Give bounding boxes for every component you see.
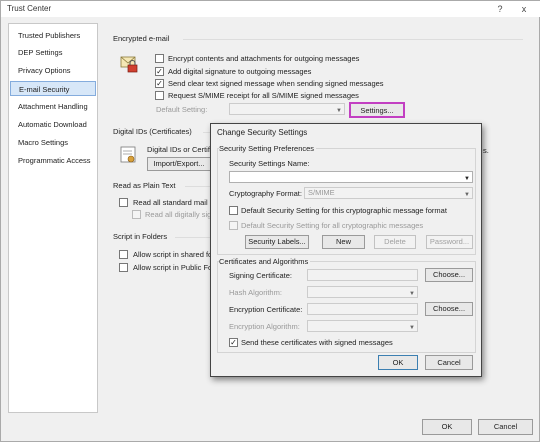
smime-receipt-label: Request S/MIME receipt for all S/MIME si… — [168, 91, 359, 100]
cryptography-format-label: Cryptography Format: — [229, 189, 302, 198]
encrypt-contents-label: Encrypt contents and attachments for out… — [168, 54, 360, 63]
default-all-checkbox[interactable] — [229, 221, 238, 230]
default-format-label: Default Security Setting for this crypto… — [241, 206, 447, 215]
certificate-icon — [119, 145, 139, 165]
chevron-down-icon: ▼ — [409, 325, 415, 331]
window-title: Trust Center — [7, 4, 52, 13]
digital-ids-text: Digital IDs or Certifi — [147, 145, 212, 154]
sidebar-item-programmatic-access[interactable]: Programmatic Access — [10, 153, 96, 168]
sidebar-item-attachment-handling[interactable]: Attachment Handling — [10, 99, 96, 114]
digital-ids-text-tail: s. — [483, 146, 489, 155]
help-icon[interactable]: ? — [493, 3, 507, 15]
lock-envelope-icon — [119, 53, 141, 75]
hash-algorithm-label: Hash Algorithm: — [229, 288, 282, 297]
allow-script-shared-label: Allow script in shared fo — [133, 250, 213, 259]
certificates-algorithms-label: Certificates and Algorithms — [219, 257, 311, 266]
read-as-plain-text-checkbox[interactable] — [119, 198, 128, 207]
change-security-settings-dialog: Change Security Settings Security Settin… — [210, 123, 482, 377]
choose-encryption-button[interactable]: Choose... — [425, 302, 473, 316]
security-preferences-label: Security Setting Preferences — [219, 144, 317, 153]
digital-ids-header: Digital IDs (Certificates) — [113, 127, 192, 136]
encryption-certificate-label: Encryption Certificate: — [229, 305, 303, 314]
read-as-plain-text-label: Read all standard mail in — [133, 198, 216, 207]
chevron-down-icon: ▼ — [464, 176, 470, 182]
encryption-algorithm-dropdown[interactable]: ▼ — [307, 320, 418, 332]
security-labels-button[interactable]: Security Labels... — [245, 235, 309, 249]
dialog-ok-button[interactable]: OK — [378, 355, 418, 370]
send-certificates-label: Send these certificates with signed mess… — [241, 338, 393, 347]
cancel-button[interactable]: Cancel — [478, 419, 533, 435]
security-settings-name-dropdown[interactable]: ▼ — [229, 171, 473, 183]
clear-text-signed-label: Send clear text signed message when send… — [168, 79, 384, 88]
sidebar-item-macro-settings[interactable]: Macro Settings — [10, 135, 96, 150]
settings-button[interactable]: Settings... — [349, 102, 405, 118]
chevron-down-icon: ▼ — [464, 192, 470, 198]
encryption-algorithm-label: Encryption Algorithm: — [229, 322, 300, 331]
new-button[interactable]: New — [322, 235, 365, 249]
default-all-label: Default Security Setting for all cryptog… — [241, 221, 424, 230]
script-header: Script in Folders — [113, 232, 168, 241]
ok-button[interactable]: OK — [422, 419, 472, 435]
default-setting-dropdown[interactable]: ▼ — [229, 103, 345, 115]
sidebar-item-trusted-publishers[interactable]: Trusted Publishers — [10, 28, 96, 43]
sidebar-item-email-security[interactable]: E-mail Security — [10, 81, 96, 96]
delete-button[interactable]: Delete — [374, 235, 416, 249]
default-format-checkbox[interactable] — [229, 206, 238, 215]
encrypt-contents-checkbox[interactable] — [155, 54, 164, 63]
security-settings-name-label: Security Settings Name: — [229, 159, 310, 168]
default-setting-label: Default Setting: — [156, 105, 208, 114]
signing-certificate-label: Signing Certificate: — [229, 271, 292, 280]
allow-script-shared-checkbox[interactable] — [119, 250, 128, 259]
import-export-button[interactable]: Import/Export... — [147, 157, 211, 171]
plain-text-header: Read as Plain Text — [113, 181, 176, 190]
read-digitally-signed-label: Read all digitally sign — [145, 210, 216, 219]
section-divider — [175, 237, 211, 238]
password-button[interactable]: Password... — [426, 235, 473, 249]
sidebar-item-privacy-options[interactable]: Privacy Options — [10, 63, 96, 78]
add-signature-label: Add digital signature to outgoing messag… — [168, 67, 312, 76]
title-bar: Trust Center ? x — [1, 1, 540, 17]
sidebar-item-dep-settings[interactable]: DEP Settings — [10, 45, 96, 60]
clear-text-signed-checkbox[interactable]: ✓ — [155, 79, 164, 88]
allow-script-public-checkbox[interactable] — [119, 263, 128, 272]
section-divider — [183, 39, 523, 40]
chevron-down-icon: ▼ — [336, 108, 342, 114]
smime-receipt-checkbox[interactable] — [155, 91, 164, 100]
sidebar-item-automatic-download[interactable]: Automatic Download — [10, 117, 96, 132]
cryptography-format-dropdown[interactable]: S/MIME ▼ — [304, 187, 473, 199]
sidebar: Trusted Publishers DEP Settings Privacy … — [8, 23, 98, 413]
dialog-title: Change Security Settings — [217, 128, 308, 137]
section-divider — [185, 186, 211, 187]
add-signature-checkbox[interactable]: ✓ — [155, 67, 164, 76]
hash-algorithm-dropdown[interactable]: ▼ — [307, 286, 418, 298]
read-digitally-signed-checkbox[interactable] — [132, 210, 141, 219]
allow-script-public-label: Allow script in Public Fo — [133, 263, 213, 272]
chevron-down-icon: ▼ — [409, 291, 415, 297]
signing-certificate-field[interactable] — [307, 269, 418, 281]
send-certificates-checkbox[interactable]: ✓ — [229, 338, 238, 347]
dialog-cancel-button[interactable]: Cancel — [425, 355, 473, 370]
encrypted-email-header: Encrypted e-mail — [113, 34, 170, 43]
close-icon[interactable]: x — [517, 3, 531, 15]
encryption-certificate-field[interactable] — [307, 303, 418, 315]
choose-signing-button[interactable]: Choose... — [425, 268, 473, 282]
